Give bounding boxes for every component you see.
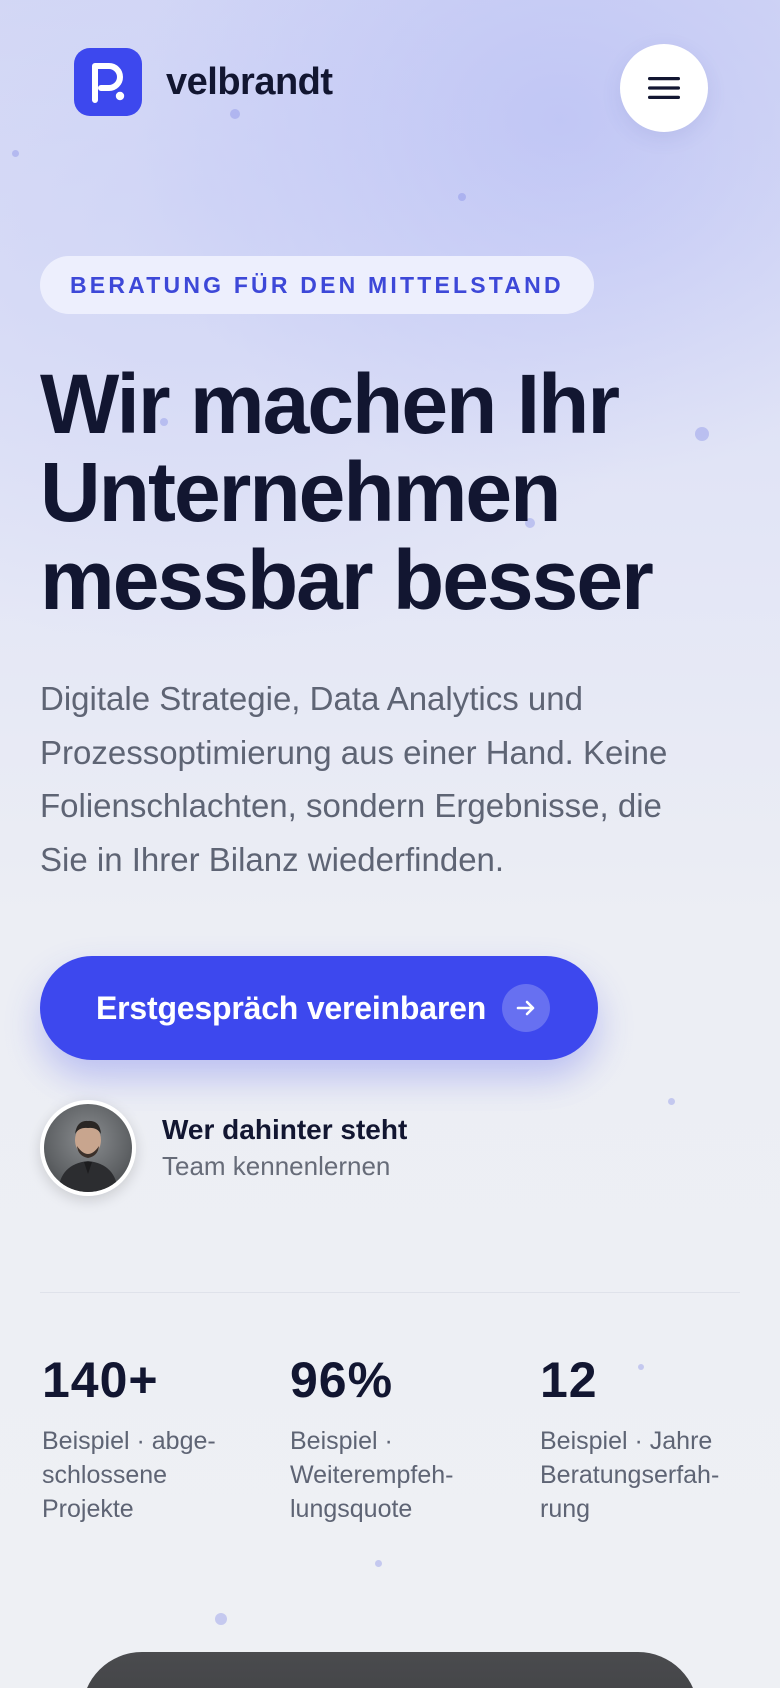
book-consultation-button[interactable]: Erstgespräch vereinbaren [40, 956, 598, 1060]
menu-button[interactable] [620, 44, 708, 132]
stat-years: 12 Beispiel · Jahre Beratungserfah- rung [540, 1350, 760, 1526]
stat-label-line: Weiterempfeh- [290, 1461, 454, 1489]
stat-recommendation: 96% Beispiel · Weiterempfeh- lungsquote [290, 1350, 510, 1526]
stat-label-line: Beratungserfah- [540, 1461, 720, 1489]
decor-dot [215, 1613, 227, 1625]
brand-name[interactable]: velbrandt [166, 61, 333, 104]
dark-feature-card [82, 1652, 698, 1688]
headline-line: Unternehmen [40, 445, 561, 539]
stat-value: 12 [540, 1352, 598, 1408]
stat-label-line: schlossene [42, 1461, 168, 1489]
arrow-right-icon [502, 984, 551, 1032]
logo-glyph-icon [92, 63, 125, 103]
logo-icon[interactable] [74, 48, 142, 116]
lead-line: Digitale Strategie, Data Analytics und [40, 680, 583, 717]
decor-dot [12, 150, 19, 157]
avatar [40, 1100, 136, 1196]
team-link[interactable]: Wer dahinter steht Team kennenlernen [40, 1100, 407, 1196]
headline-line: messbar besser [40, 533, 654, 627]
stat-label-line: rung [540, 1495, 591, 1523]
lead-line: Prozessoptimierung aus einer Hand. Keine [40, 733, 668, 771]
stat-value: 96% [290, 1352, 394, 1408]
headline-line: Wir machen Ihr [40, 357, 620, 451]
stat-label-line: Beispiel · abge- [42, 1427, 216, 1455]
site-header: velbrandt [74, 48, 333, 116]
stat-label-line: lungsquote [290, 1495, 413, 1523]
hero-headline: Wir machen Ihr Unternehmen messbar besse… [40, 360, 740, 624]
stat-label: Beispiel · Weiterempfeh- lungsquote [290, 1424, 510, 1526]
stat-projects: 140+ Beispiel · abge- schlossene Projekt… [42, 1350, 262, 1526]
decor-dot [458, 193, 466, 201]
hamburger-icon [648, 77, 680, 99]
stat-label-line: Beispiel · Jahre [540, 1427, 713, 1455]
team-text: Wer dahinter steht Team kennenlernen [162, 1113, 407, 1183]
stat-label: Beispiel · Jahre Beratungserfah- rung [540, 1424, 760, 1526]
lead-line: Folienschlachten, sondern Ergebnisse, di… [40, 787, 662, 824]
stat-label-line: Beispiel · [290, 1427, 393, 1455]
team-subtitle: Team kennenlernen [162, 1151, 391, 1181]
person-photo-icon [58, 1120, 118, 1192]
lead-line: Sie in Ihrer Bilanz wiederfinden. [40, 840, 505, 878]
eyebrow-badge: BERATUNG FÜR DEN MITTELSTAND [40, 256, 594, 314]
stat-label-line: Projekte [42, 1495, 134, 1523]
stat-value: 140+ [42, 1352, 159, 1408]
decor-dot [668, 1098, 675, 1105]
stat-label: Beispiel · abge- schlossene Projekte [42, 1424, 262, 1526]
cta-label: Erstgespräch vereinbaren [96, 989, 487, 1026]
section-divider [40, 1292, 740, 1293]
decor-dot [375, 1560, 382, 1567]
team-title: Wer dahinter steht [162, 1114, 408, 1145]
hero-lead-text: Digitale Strategie, Data Analytics und P… [40, 672, 740, 886]
